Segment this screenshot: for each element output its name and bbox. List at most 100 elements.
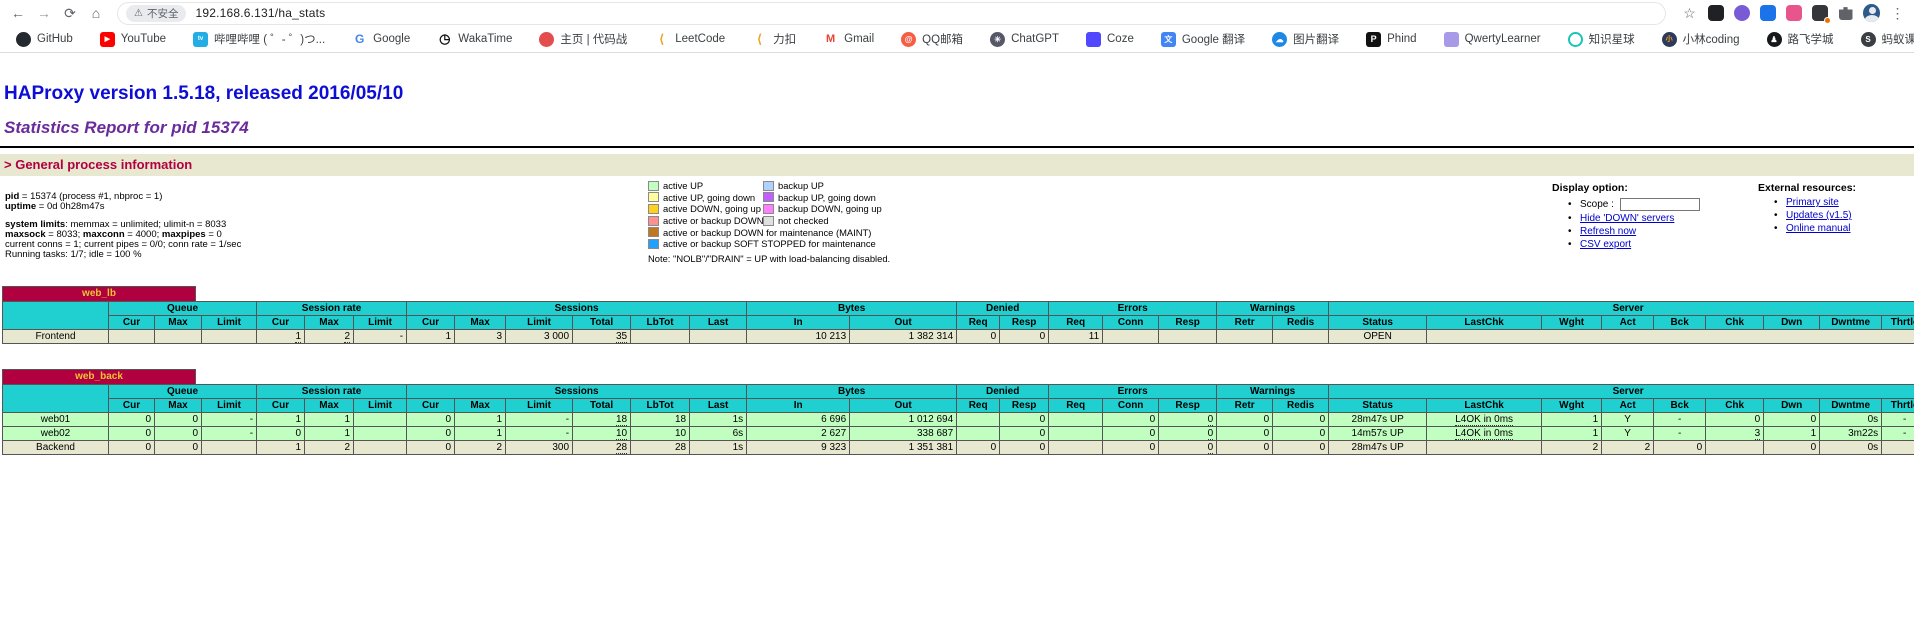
row-name: Frontend	[3, 330, 109, 344]
stat-cell: 2	[305, 441, 354, 455]
bookmark-item[interactable]: MGmail	[823, 32, 874, 47]
stat-cell	[1049, 427, 1103, 441]
bookmark-item[interactable]: GGoogle	[352, 32, 410, 47]
extension-icon-badged[interactable]	[1811, 5, 1828, 22]
stat-cell: 1	[1542, 413, 1602, 427]
status-legend: active UPbackup UPactive UP, going downb…	[648, 180, 890, 264]
external-resource-link[interactable]: Primary site	[1786, 197, 1839, 208]
external-resource-link[interactable]: Online manual	[1786, 223, 1850, 234]
stat-cell: 0	[407, 441, 455, 455]
bookmark-item[interactable]: tv哔哩哔哩 ( ゜- ゜)つ...	[193, 31, 325, 47]
forward-icon[interactable]: →	[34, 3, 54, 23]
column-header: Max	[455, 316, 506, 330]
menu-dots-icon[interactable]: ⋮	[1889, 5, 1906, 22]
bookmark-star-icon[interactable]: ☆	[1681, 5, 1698, 22]
bookmark-item[interactable]: ⟨LeetCode	[654, 32, 725, 47]
bookmark-item[interactable]: ⟨力扣	[752, 31, 796, 47]
stat-cell: 0	[407, 427, 455, 441]
stat-cell	[957, 427, 1000, 441]
bookmark-item[interactable]: Coze	[1086, 32, 1134, 47]
extension-icon-purple[interactable]	[1733, 5, 1750, 22]
stat-cell: 0	[109, 441, 155, 455]
column-header: Cur	[257, 399, 305, 413]
security-chip[interactable]: ⚠ 不安全	[126, 5, 186, 22]
bookmark-item[interactable]: S蚂蚁课堂	[1861, 31, 1914, 47]
legend-label: active or backup DOWN	[663, 215, 763, 226]
column-header: Redis	[1273, 399, 1329, 413]
report-subtitle: Statistics Report for pid 15374	[4, 118, 1914, 137]
column-header: Resp	[1000, 399, 1049, 413]
column-header: Dwn	[1764, 316, 1820, 330]
scope-input[interactable]	[1620, 198, 1700, 211]
bookmark-item[interactable]: ◷WakaTime	[437, 32, 512, 47]
address-bar[interactable]: ⚠ 不安全 192.168.6.131/ha_stats	[118, 3, 1665, 24]
column-header: Req	[957, 399, 1000, 413]
bookmark-item[interactable]: ✳ChatGPT	[990, 32, 1059, 47]
legend-row: active or backup SOFT STOPPED for mainte…	[648, 238, 890, 250]
legend-label: not checked	[778, 215, 829, 226]
stat-cell: 1	[305, 427, 354, 441]
external-resource-link[interactable]: Updates (v1.5)	[1786, 210, 1852, 221]
bookmark-item[interactable]: QwertyLearner	[1444, 32, 1541, 47]
extension-icon-pink[interactable]	[1785, 5, 1802, 22]
stat-cell	[1159, 330, 1217, 344]
row-name: web02	[3, 427, 109, 441]
bookmark-item[interactable]: ☁图片翻译	[1272, 31, 1339, 47]
bookmark-item[interactable]: @QQ邮箱	[901, 31, 963, 47]
stat-cell: 0	[257, 427, 305, 441]
legend-swatch	[648, 192, 659, 202]
stats-table-web_lb: QueueSession rateSessionsBytesDeniedErro…	[2, 301, 1914, 344]
tooltip-value: 0	[1208, 442, 1214, 454]
display-option-link[interactable]: Hide 'DOWN' servers	[1580, 213, 1674, 224]
column-header: LastChk	[1427, 399, 1542, 413]
stat-cell: 0	[1706, 413, 1764, 427]
legend-swatch	[648, 239, 659, 249]
home-icon[interactable]: ⌂	[86, 3, 106, 23]
bookmark-favicon-icon: ⟨	[654, 32, 669, 47]
column-header: Out	[850, 316, 957, 330]
display-option-link[interactable]: Refresh now	[1580, 226, 1636, 237]
stat-cell: 1	[1764, 427, 1820, 441]
stat-cell	[354, 413, 407, 427]
bookmark-label: 小林coding	[1683, 31, 1740, 47]
tooltip-value: L4OK in 0ms	[1455, 428, 1513, 440]
extension-icon-blue[interactable]	[1759, 5, 1776, 22]
bookmark-item[interactable]: 文Google 翻译	[1161, 31, 1245, 47]
legend-label: active DOWN, going up	[663, 203, 763, 214]
column-header: Cur	[407, 316, 455, 330]
bookmark-item[interactable]: 小小林coding	[1662, 31, 1740, 47]
stat-cell: -	[202, 427, 257, 441]
stat-cell	[631, 330, 690, 344]
bookmark-item[interactable]: 知识星球	[1568, 31, 1635, 47]
column-header: Bck	[1654, 399, 1706, 413]
back-icon[interactable]: ←	[8, 3, 28, 23]
column-header: Out	[850, 399, 957, 413]
bookmark-item[interactable]: 主页 | 代码战	[539, 31, 627, 47]
bookmark-item[interactable]: PPhind	[1366, 32, 1416, 47]
stat-cell: 1	[257, 441, 305, 455]
display-option-link[interactable]: CSV export	[1580, 239, 1631, 250]
legend-row: active UPbackup UP	[648, 180, 890, 192]
stat-cell	[1427, 330, 1914, 344]
stat-cell: 14m57s UP	[1329, 427, 1427, 441]
column-header: Status	[1329, 316, 1427, 330]
stat-cell: 3 000	[506, 330, 573, 344]
bookmark-item[interactable]: ▶YouTube	[100, 32, 166, 47]
header-group-row: QueueSession rateSessionsBytesDeniedErro…	[3, 302, 1914, 316]
bookmark-favicon-icon	[16, 32, 31, 47]
side-panel-icon[interactable]	[1707, 5, 1724, 22]
extensions-puzzle-icon[interactable]	[1837, 5, 1854, 22]
stat-cell: 0	[1654, 441, 1706, 455]
reload-icon[interactable]: ⟳	[60, 3, 80, 23]
row-name: web01	[3, 413, 109, 427]
legend-label: backup UP, going down	[778, 192, 876, 203]
stat-cell: 10 213	[747, 330, 850, 344]
bookmark-item[interactable]: GitHub	[16, 32, 73, 47]
tooltip-value: 35	[616, 331, 627, 343]
profile-avatar[interactable]	[1863, 5, 1880, 22]
column-header: Resp	[1159, 399, 1217, 413]
column-header: Chk	[1706, 399, 1764, 413]
column-group-header: Queue	[109, 385, 257, 399]
haproxy-stats-page: HAProxy version 1.5.18, released 2016/05…	[0, 83, 1914, 455]
bookmark-item[interactable]: ♟路飞学城	[1767, 31, 1834, 47]
